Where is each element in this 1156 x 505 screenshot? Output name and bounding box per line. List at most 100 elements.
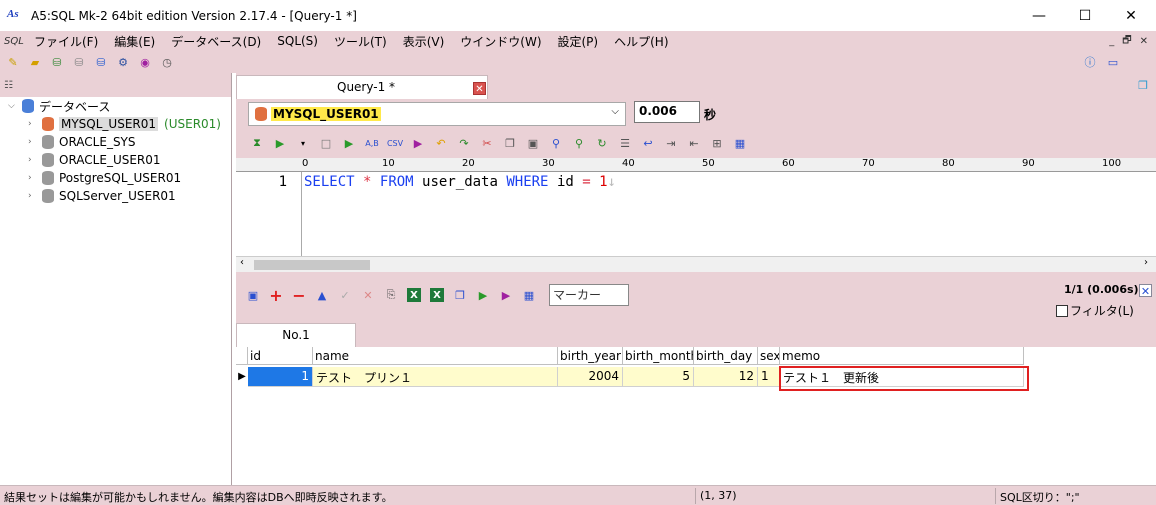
column-header[interactable]: birth_month — [623, 347, 694, 365]
db-disconnect-icon[interactable]: ⛁ — [72, 55, 86, 69]
indent-icon[interactable]: ⇥ — [664, 136, 678, 150]
menu-settings[interactable]: 設定(P) — [550, 33, 607, 50]
editor-scrollbar[interactable]: ‹ › — [236, 256, 1156, 272]
menu-sql[interactable]: SQL(S) — [269, 34, 326, 48]
execute-icon[interactable]: ⧗ — [250, 136, 264, 150]
cut-icon[interactable]: ✂ — [480, 136, 494, 150]
tree-item-oracle-user01[interactable]: › ORACLE_USER01 — [0, 151, 231, 169]
filter-run-icon[interactable]: ▶ — [499, 288, 513, 302]
scroll-left-icon[interactable]: ‹ — [240, 257, 244, 268]
tab-result-1[interactable]: No.1 — [236, 323, 356, 347]
chevron-down-icon[interactable]: ⌵ — [611, 106, 619, 117]
run-to-cursor-icon[interactable]: ▶ — [342, 136, 356, 150]
tree-item-postgresql-user01[interactable]: › PostgreSQL_USER01 — [0, 169, 231, 187]
copy-window-icon[interactable]: ❐ — [1136, 78, 1150, 92]
connection-select[interactable]: MYSQL_USER01 ⌵ — [248, 102, 626, 126]
cell-id[interactable]: 1 — [248, 367, 313, 387]
expand-icon[interactable]: › — [28, 191, 38, 201]
commit-icon[interactable]: ✓ — [338, 288, 352, 302]
menu-tools[interactable]: ツール(T) — [326, 33, 395, 50]
excel-all-icon[interactable]: X — [430, 288, 444, 302]
expand-icon[interactable]: › — [28, 137, 38, 147]
collapse-icon[interactable]: ⌵ — [8, 101, 18, 111]
checkbox-box[interactable] — [1056, 304, 1068, 317]
dropdown-icon[interactable]: ▾ — [296, 136, 310, 150]
close-result-button[interactable]: ✕ — [1139, 284, 1152, 298]
column-header[interactable]: sex — [758, 347, 780, 365]
record-info-icon[interactable]: ▣ — [246, 288, 260, 302]
menu-help[interactable]: ヘルプ(H) — [606, 33, 676, 50]
cell-name[interactable]: テスト プリン１ — [313, 367, 558, 387]
stop-icon[interactable]: □ — [319, 136, 333, 150]
blocks-icon[interactable]: ▦ — [733, 136, 747, 150]
scroll-right-icon[interactable]: › — [1144, 257, 1148, 268]
cell-birth-year[interactable]: 2004 — [558, 367, 623, 387]
column-header[interactable]: memo — [780, 347, 1024, 365]
redo-icon[interactable]: ↷ — [457, 136, 471, 150]
paste-icon[interactable]: ▣ — [526, 136, 540, 150]
mdi-close-button[interactable]: ✕ — [1140, 36, 1148, 47]
cell-sex[interactable]: 1 — [758, 367, 780, 387]
sql-code-line[interactable]: SELECT * FROM user_data WHERE id = 1↓ — [304, 174, 616, 190]
delete-row-icon[interactable]: − — [292, 286, 306, 305]
marker-input[interactable]: マーカー — [549, 284, 629, 306]
unindent-icon[interactable]: ⇤ — [687, 136, 701, 150]
export-csv-icon[interactable]: CSV — [387, 136, 403, 150]
gear-icon[interactable]: ⚙ — [116, 55, 130, 69]
menu-edit[interactable]: 編集(E) — [106, 33, 163, 50]
move-up-icon[interactable]: ▲ — [315, 288, 329, 302]
filter-checkbox[interactable]: フィルタ(L) — [1056, 302, 1134, 319]
grid-icon[interactable]: ▦ — [522, 288, 536, 302]
menu-window[interactable]: ウインドウ(W) — [452, 33, 549, 50]
cell-birth-day[interactable]: 12 — [694, 367, 758, 387]
run-icon[interactable]: ▶ — [273, 136, 287, 150]
mdi-minimize-button[interactable]: _ — [1109, 36, 1114, 47]
close-window-button[interactable]: ✕ — [1108, 0, 1154, 31]
format-icon[interactable]: ☰ — [618, 136, 632, 150]
search-icon[interactable]: ⚲ — [549, 136, 563, 150]
new-file-icon[interactable]: ✎ — [6, 55, 20, 69]
menu-file[interactable]: ファイル(F) — [26, 33, 106, 50]
tree-item-sqlserver-user01[interactable]: › SQLServer_USER01 — [0, 187, 231, 205]
column-header[interactable]: id — [248, 347, 313, 365]
column-header[interactable]: birth_day — [694, 347, 758, 365]
explain-icon[interactable]: ▶ — [411, 136, 425, 150]
menu-view[interactable]: 表示(V) — [395, 33, 453, 50]
excel-icon[interactable]: X — [407, 288, 421, 302]
sql-editor[interactable]: 1 SELECT * FROM user_data WHERE id = 1↓ … — [236, 172, 1156, 272]
scroll-thumb[interactable] — [254, 260, 370, 270]
tab-close-button[interactable]: ✕ — [473, 82, 486, 95]
tab-query-1[interactable]: Query-1 * ✕ — [236, 75, 488, 99]
menu-database[interactable]: データベース(D) — [163, 33, 269, 50]
export-ab-icon[interactable]: A,B — [365, 136, 379, 150]
minimize-button[interactable]: — — [1016, 0, 1062, 31]
column-header[interactable]: name — [313, 347, 558, 365]
cell-birth-month[interactable]: 5 — [623, 367, 694, 387]
diagram-icon[interactable]: ⊞ — [710, 136, 724, 150]
replace-icon[interactable]: ⚲ — [572, 136, 586, 150]
add-row-icon[interactable]: + — [269, 286, 283, 305]
mdi-restore-button[interactable]: 🗗 — [1122, 33, 1131, 50]
ab-export-icon[interactable]: ▶ — [476, 288, 490, 302]
tree-item-mysql-user01[interactable]: › MYSQL_USER01 (USER01) — [0, 115, 231, 133]
copy-result-icon[interactable]: ❐ — [453, 288, 467, 302]
expand-icon[interactable]: › — [28, 155, 38, 165]
copy-icon[interactable]: ❐ — [503, 136, 517, 150]
tree-view-icon[interactable]: ☷ — [4, 80, 13, 91]
clock-icon[interactable]: ◷ — [160, 55, 174, 69]
keyboard-icon[interactable]: ▭ — [1105, 55, 1121, 69]
cancel-icon[interactable]: ✕ — [361, 288, 375, 302]
db-refresh-icon[interactable]: ⛁ — [94, 55, 108, 69]
plugin-icon[interactable]: ◉ — [138, 55, 152, 69]
column-header[interactable]: birth_year — [558, 347, 623, 365]
undo-icon[interactable]: ↶ — [434, 136, 448, 150]
maximize-button[interactable]: ☐ — [1062, 0, 1108, 31]
find-next-icon[interactable]: ↻ — [595, 136, 609, 150]
expand-icon[interactable]: › — [28, 119, 38, 129]
wrap-icon[interactable]: ↩ — [641, 136, 655, 150]
db-connect-icon[interactable]: ⛁ — [50, 55, 64, 69]
tree-root[interactable]: ⌵ データベース — [0, 97, 231, 115]
tree-item-oracle-sys[interactable]: › ORACLE_SYS — [0, 133, 231, 151]
expand-icon[interactable]: › — [28, 173, 38, 183]
open-folder-icon[interactable]: ▰ — [28, 55, 42, 69]
